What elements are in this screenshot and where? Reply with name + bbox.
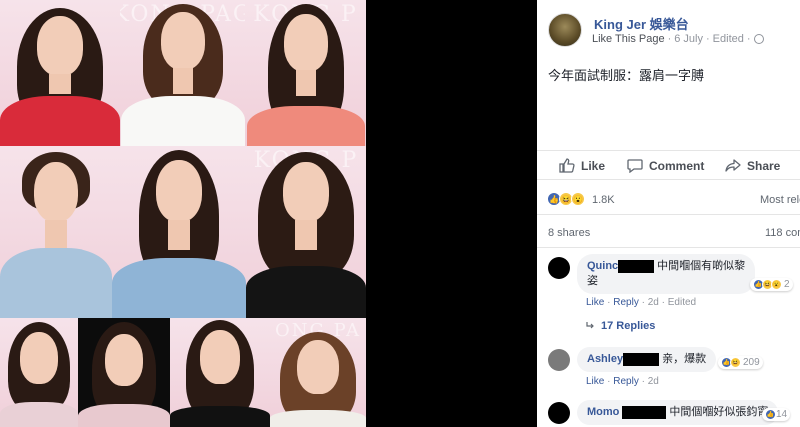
wow-reaction-icon: 😮 <box>571 192 585 206</box>
redacted-name <box>622 405 667 419</box>
commenter-name[interactable]: Momo <box>587 406 619 418</box>
comment-reaction-count: 209 <box>743 357 760 368</box>
redacted-name <box>623 352 660 366</box>
reaction-icons[interactable]: 👍 😆 😮 <box>547 192 585 206</box>
comment-reaction-count: 14 <box>776 409 788 420</box>
photo-tile <box>170 318 270 427</box>
reactions-row: 👍 😆 😮 1.8K Most rele <box>537 186 800 214</box>
comment-timestamp[interactable]: 2d <box>648 297 659 308</box>
commenter-name[interactable]: Ashley <box>587 353 623 365</box>
facebook-post: King Jer 娛樂台 Like This Page · 6 July · E… <box>537 0 800 427</box>
comment-label: Comment <box>649 158 705 173</box>
page-avatar[interactable] <box>548 13 582 47</box>
replies-label: 17 Replies <box>601 320 656 332</box>
photo-tile: KONG PAG <box>120 0 245 146</box>
photo-tile <box>78 318 170 427</box>
photo-tile <box>0 146 112 318</box>
photo-tile: KONG P <box>246 146 366 318</box>
comment-icon <box>627 159 643 173</box>
commenter-name[interactable]: Quinc <box>587 260 618 272</box>
comment-reply-link[interactable]: Reply <box>613 376 639 387</box>
comment-text: 中間個嗰好似張鈞甯 <box>669 406 769 418</box>
comment-reactions[interactable]: 👍 14 <box>762 408 791 421</box>
shares-count[interactable]: 8 shares <box>548 227 590 239</box>
thumbs-up-icon <box>559 158 575 173</box>
comment-text: 中間嗰個有啲似黎 <box>657 260 746 272</box>
comment-text-cont: 姿 <box>587 275 598 287</box>
photo-tile <box>0 318 78 427</box>
comment-reaction-count: 2 <box>784 279 790 290</box>
post-date[interactable]: 6 July <box>674 33 703 45</box>
commenter-avatar[interactable] <box>548 257 570 279</box>
comment-reply-link[interactable]: Reply <box>613 297 639 308</box>
reply-arrow-icon <box>586 322 594 329</box>
photo-tile <box>112 146 246 318</box>
comment-like-link[interactable]: Like <box>586 376 604 387</box>
comment-actions: Like · Reply · 2d · Edited <box>586 297 697 308</box>
reaction-count[interactable]: 1.8K <box>592 194 615 206</box>
meta-separator: · <box>667 33 672 45</box>
meta-separator: · <box>746 33 751 45</box>
screenshot-root: KONG PAG KONG P KONG P <box>0 0 800 427</box>
photo-tile: ONG PA <box>270 318 366 427</box>
photo-collage[interactable]: KONG PAG KONG P KONG P <box>0 0 366 427</box>
like-label: Like <box>581 158 606 173</box>
page-name-link[interactable]: King Jer 娛樂台 <box>594 14 689 33</box>
comment-timestamp[interactable]: 2d <box>648 376 659 387</box>
comment-bubble: Quinc 中間嗰個有啲似黎 姿 <box>577 254 756 294</box>
share-button[interactable]: Share <box>725 158 780 173</box>
comment-edited: Edited <box>667 297 697 308</box>
like-button[interactable]: Like <box>559 158 605 173</box>
like-this-page-link[interactable]: Like This Page <box>592 33 665 45</box>
edited-label[interactable]: Edited <box>713 33 744 45</box>
comment-reactions[interactable]: 👍 😆 😮 2 <box>750 278 793 291</box>
view-replies-link[interactable]: 17 Replies <box>585 320 655 332</box>
share-label: Share <box>747 158 781 173</box>
wow-reaction-icon: 😮 <box>771 279 782 290</box>
comment-text: 亲，爆款 <box>662 353 707 365</box>
commenter-avatar[interactable] <box>548 402 570 424</box>
post-text: 今年面試制服：露肩一字膊 <box>548 68 705 83</box>
comment-like-link[interactable]: Like <box>586 297 604 308</box>
comment-button[interactable]: Comment <box>627 158 704 173</box>
post-actions-bar: Like Comment Share <box>537 150 800 180</box>
most-relevant-dropdown[interactable]: Most rele <box>760 194 800 206</box>
comment-bubble: Momo 中間個嗰好似張鈞甯 <box>577 400 779 425</box>
stats-row: 8 shares 118 com <box>537 214 800 248</box>
share-arrow-icon <box>725 159 741 172</box>
meta-separator: · <box>706 33 710 45</box>
photo-tile <box>0 0 120 146</box>
black-spacer <box>366 0 537 427</box>
comment-actions: Like · Reply · 2d <box>586 376 659 387</box>
comments-count[interactable]: 118 com <box>765 227 800 239</box>
comment-bubble: Ashley 亲，爆款 <box>577 347 717 372</box>
photo-tile: KONG P <box>245 0 366 146</box>
post-meta: Like This Page · 6 July · Edited · <box>592 33 764 45</box>
comment-reactions[interactable]: 👍 😆 209 <box>718 356 763 369</box>
commenter-avatar[interactable] <box>548 349 570 371</box>
like-reaction-icon: 👍 <box>765 409 776 420</box>
redacted-name <box>618 259 655 273</box>
haha-reaction-icon: 😆 <box>730 357 741 368</box>
globe-icon[interactable] <box>753 34 764 44</box>
